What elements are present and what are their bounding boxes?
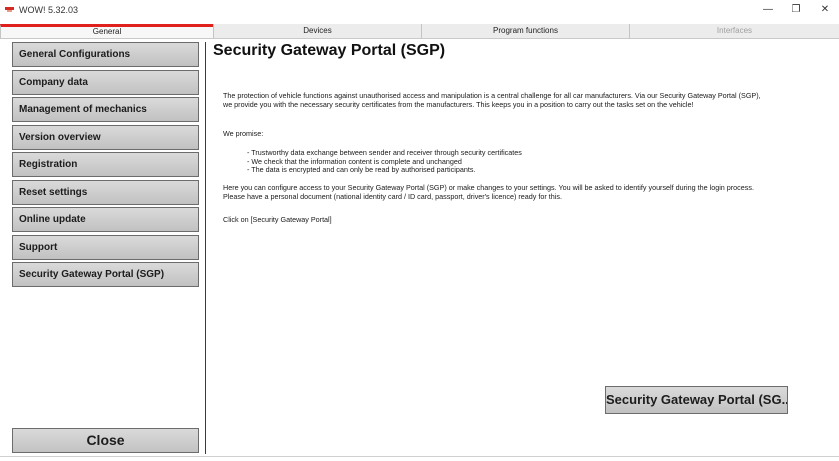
intro-paragraph: The protection of vehicle functions agai…: [223, 91, 761, 109]
promise-heading: We promise:: [223, 129, 264, 138]
tab-interfaces: Interfaces: [629, 24, 839, 38]
sidebar-item-online-update[interactable]: Online update: [12, 207, 199, 232]
tab-program-functions[interactable]: Program functions: [421, 24, 629, 38]
list-item: - The data is encrypted and can only be …: [247, 165, 476, 175]
title-bar: WOW! 5.32.03 — ❐ ✕: [0, 0, 839, 21]
sidebar-item-support[interactable]: Support: [12, 234, 199, 260]
promise-list: - Trustworthy data exchange between send…: [247, 148, 522, 175]
bottom-border: [0, 456, 839, 457]
sidebar-item-registration[interactable]: Registration: [12, 152, 199, 177]
sidebar-item-security-gateway-portal[interactable]: Security Gateway Portal (SGP): [12, 262, 199, 287]
panel-divider: [205, 42, 206, 454]
sidebar-item-company-data[interactable]: Company data: [12, 69, 199, 95]
sidebar-item-management-of-mechanics[interactable]: Management of mechanics: [12, 97, 199, 122]
tab-devices[interactable]: Devices: [213, 24, 421, 38]
security-gateway-portal-button[interactable]: Security Gateway Portal (SG...: [605, 386, 788, 414]
tab-bar: General Devices Program functions Interf…: [0, 24, 839, 39]
main-content: Security Gateway Portal (SGP) The protec…: [213, 42, 833, 454]
configure-paragraph: Here you can configure access to your Se…: [223, 183, 754, 201]
click-hint: Click on [Security Gateway Portal]: [223, 215, 332, 224]
wow-logo-icon: [5, 6, 14, 13]
page-title: Security Gateway Portal (SGP): [213, 42, 446, 59]
tab-general[interactable]: General: [0, 24, 213, 38]
sidebar-item-version-overview[interactable]: Version overview: [12, 124, 199, 150]
app-window: WOW! 5.32.03 — ❐ ✕ General Devices Progr…: [0, 0, 839, 461]
sidebar-item-general-configurations[interactable]: General Configurations: [12, 42, 199, 67]
close-button[interactable]: Close: [12, 428, 199, 453]
sidebar-item-reset-settings[interactable]: Reset settings: [12, 179, 199, 205]
window-title: WOW! 5.32.03: [19, 5, 79, 15]
sidebar: General Configurations Company data Mana…: [12, 42, 199, 454]
minimize-button[interactable]: —: [758, 2, 778, 18]
close-window-button[interactable]: ✕: [815, 2, 835, 18]
maximize-button[interactable]: ❐: [786, 2, 806, 18]
